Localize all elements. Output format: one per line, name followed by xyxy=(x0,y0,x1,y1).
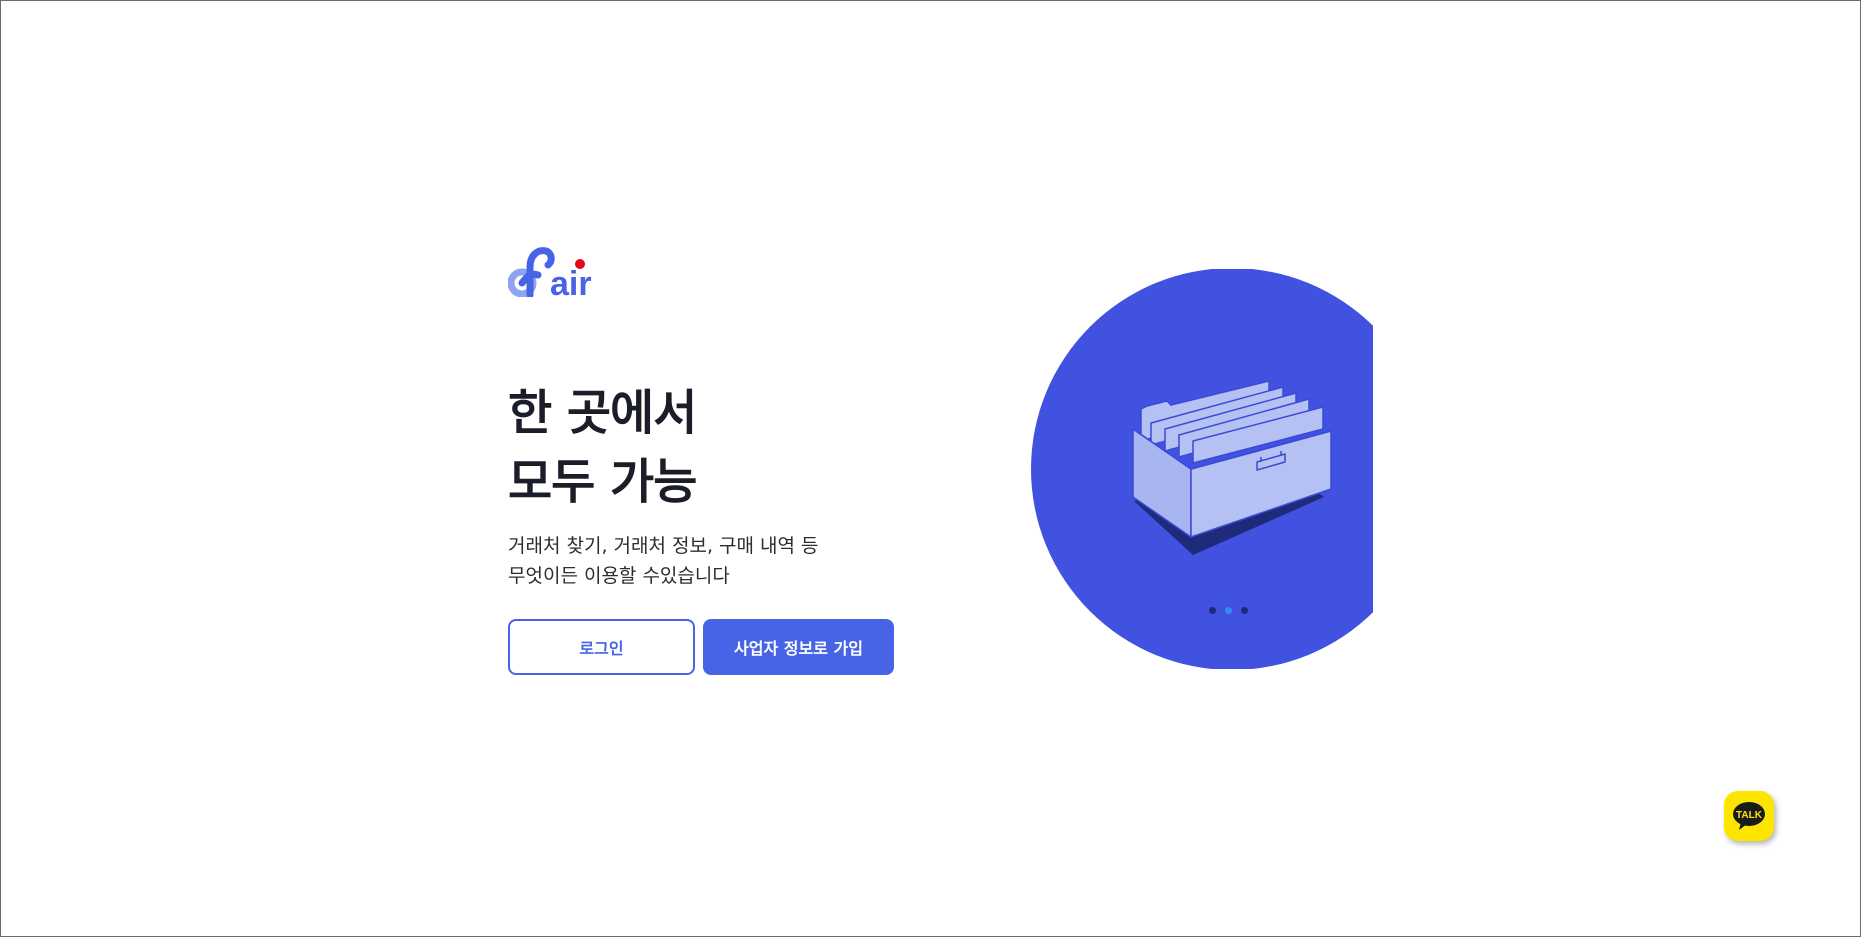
description: 거래처 찾기, 거래처 정보, 구매 내역 등 무엇이든 이용할 수있습니다 xyxy=(508,531,928,591)
kakao-talk-icon: TALK xyxy=(1733,802,1765,830)
file-drawer-icon xyxy=(1031,269,1373,669)
carousel-dot-3[interactable] xyxy=(1241,607,1248,614)
carousel-slide xyxy=(1031,269,1373,669)
carousel-dot-2[interactable] xyxy=(1225,607,1232,614)
headline-line-2: 모두 가능 xyxy=(508,454,697,510)
carousel-pagination xyxy=(1209,607,1248,614)
svg-text:air: air xyxy=(550,265,592,297)
description-line-2: 무엇이든 이용할 수있습니다 xyxy=(508,565,730,587)
business-signup-button[interactable]: 사업자 정보로 가입 xyxy=(703,619,894,675)
hero-section: air 한 곳에서 모두 가능 거래처 찾기, 거래처 정보, 구매 내역 등 … xyxy=(508,245,928,675)
action-buttons: 로그인 사업자 정보로 가입 xyxy=(508,619,894,675)
page: air 한 곳에서 모두 가능 거래처 찾기, 거래처 정보, 구매 내역 등 … xyxy=(0,0,1861,937)
login-button[interactable]: 로그인 xyxy=(508,619,695,675)
page-title: 한 곳에서 모두 가능 xyxy=(508,379,928,517)
kakao-talk-button[interactable]: TALK xyxy=(1724,791,1774,841)
description-line-1: 거래처 찾기, 거래처 정보, 구매 내역 등 xyxy=(508,535,819,557)
headline-line-1: 한 곳에서 xyxy=(508,385,697,441)
svg-text:TALK: TALK xyxy=(1736,810,1763,821)
carousel-dot-1[interactable] xyxy=(1209,607,1216,614)
fair-logo: air xyxy=(508,247,592,297)
